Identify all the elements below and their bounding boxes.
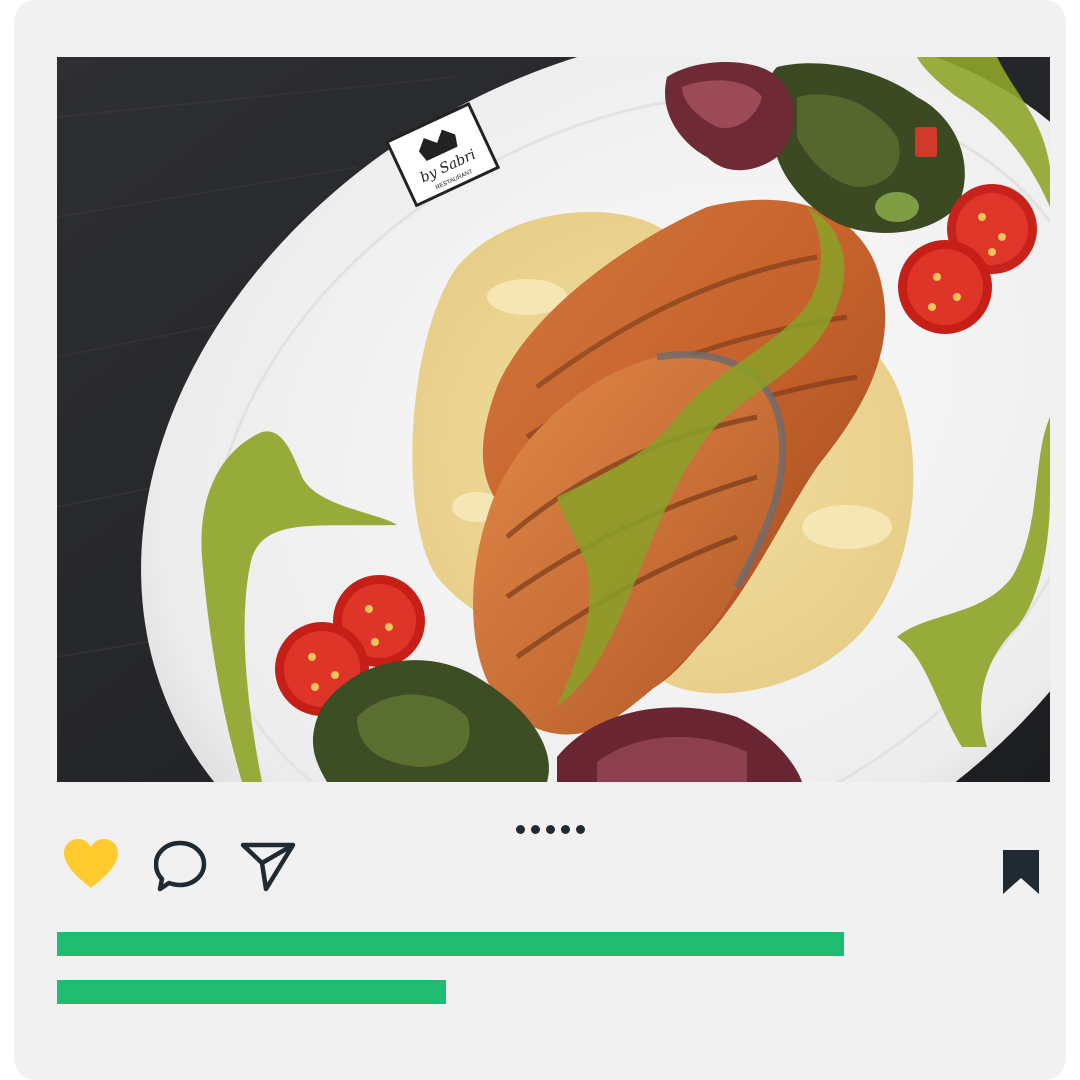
post-image[interactable]: by Sabri RESTAURANT	[57, 57, 1050, 782]
caption-placeholder-line	[57, 980, 446, 1004]
caption-placeholder-line	[57, 932, 844, 956]
carousel-dot[interactable]	[546, 825, 555, 834]
heart-icon	[64, 839, 118, 888]
bookmark-icon	[1003, 850, 1039, 894]
send-paper-plane-icon	[240, 842, 296, 892]
comment-button[interactable]	[154, 840, 208, 894]
food-photo: by Sabri RESTAURANT	[57, 57, 1050, 782]
carousel-dot[interactable]	[516, 825, 525, 834]
carousel-dot[interactable]	[576, 825, 585, 834]
carousel-dot[interactable]	[531, 825, 540, 834]
post-card: by Sabri RESTAURANT	[14, 0, 1066, 1080]
carousel-dot[interactable]	[561, 825, 570, 834]
comment-bubble-icon	[154, 840, 207, 892]
carousel-indicator[interactable]	[516, 825, 585, 834]
like-button[interactable]	[62, 838, 120, 890]
share-button[interactable]	[240, 841, 296, 893]
bookmark-button[interactable]	[1001, 848, 1041, 896]
